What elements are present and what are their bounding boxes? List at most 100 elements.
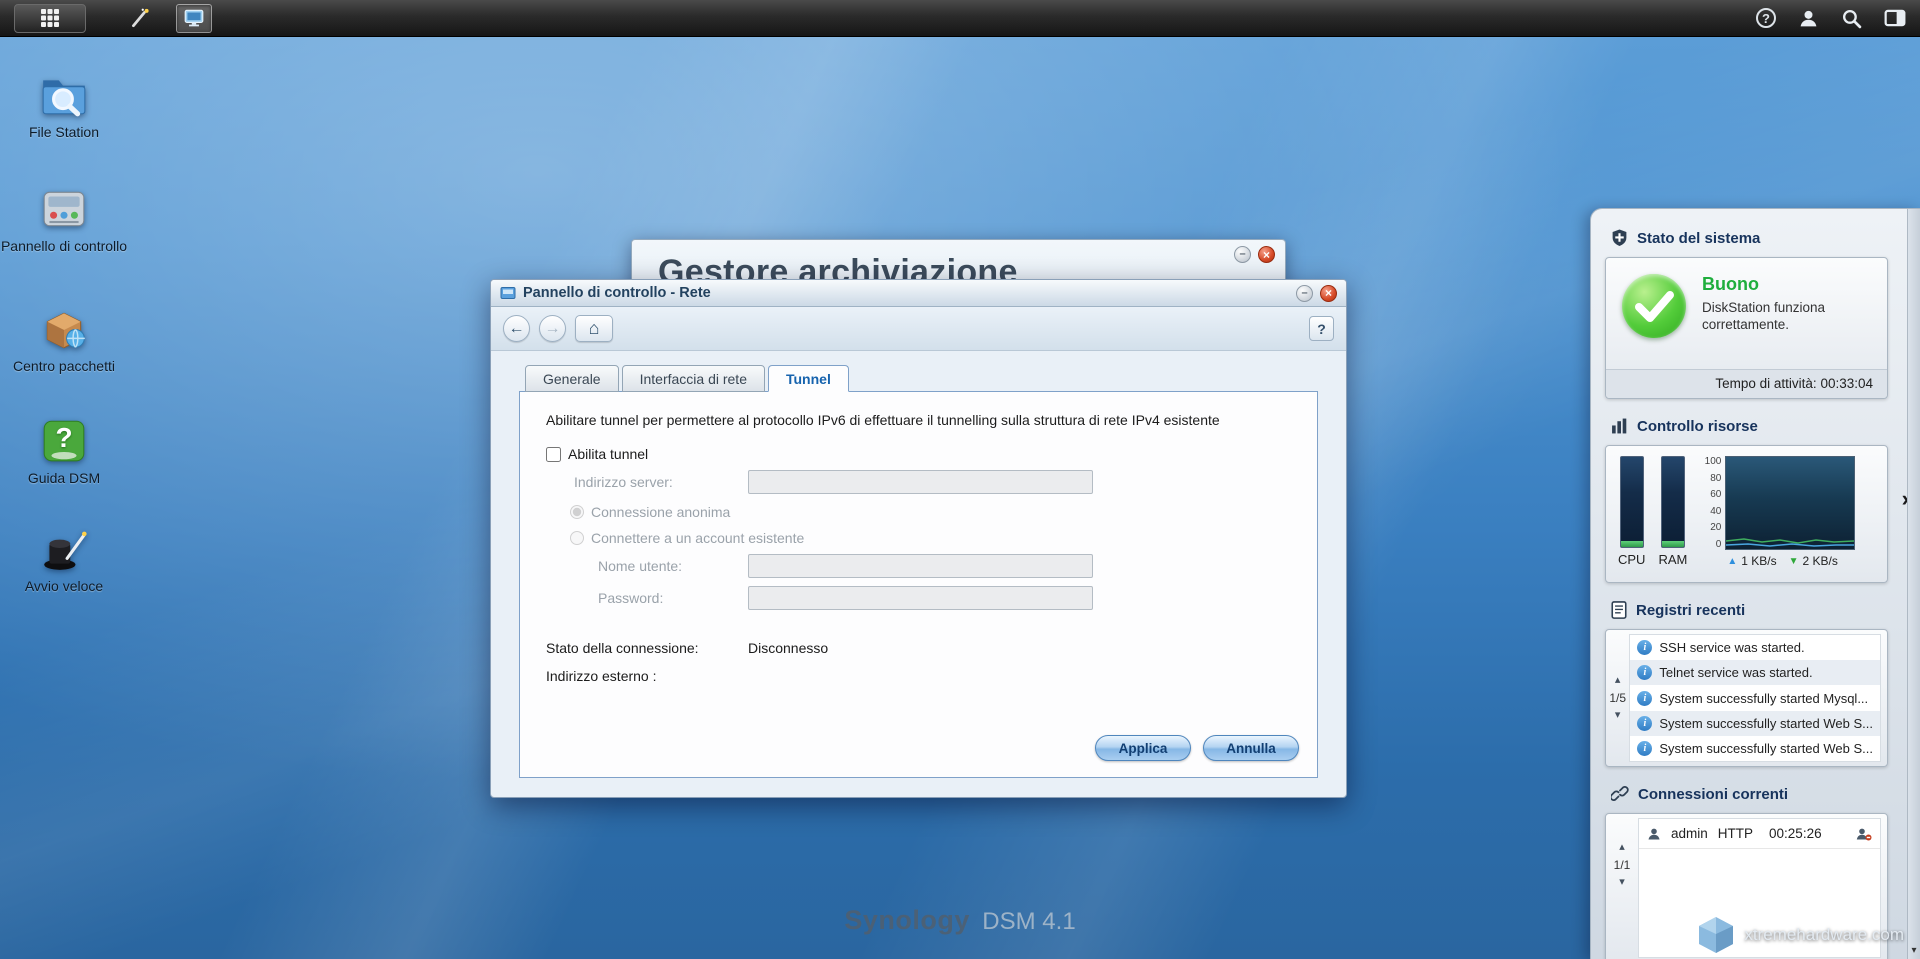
logs-page-indicator: 1/5 [1609, 691, 1626, 705]
scroll-down-button[interactable]: ▾ [1908, 945, 1920, 956]
control-panel-window: Pannello di controllo - Rete – × ← → ⌂ ?… [490, 279, 1347, 798]
forward-icon: → [545, 320, 561, 338]
connections-pagination: ▴ 1/1 ▾ [1606, 816, 1638, 959]
enable-tunnel-checkbox[interactable] [546, 447, 561, 462]
connections-prev-page-button[interactable]: ▴ [1619, 842, 1625, 853]
cpu-label: CPU [1618, 552, 1645, 567]
logs-next-page-button[interactable]: ▾ [1615, 710, 1621, 721]
status-ok-icon [1622, 274, 1686, 338]
quick-start-icon [39, 524, 89, 574]
synology-logo: Synology [844, 905, 970, 935]
info-icon: i [1637, 640, 1652, 655]
close-button[interactable]: × [1320, 285, 1337, 302]
window-toolbar: ← → ⌂ ? [491, 307, 1346, 351]
widgets-scrollbar[interactable]: ▾ [1907, 209, 1920, 959]
desktop-icon-label: Guida DSM [0, 470, 128, 486]
minimize-button[interactable]: – [1234, 246, 1251, 263]
package-center-icon [39, 304, 89, 354]
tab-interfaccia-di-rete[interactable]: Interfaccia di rete [622, 365, 765, 392]
connection-user: admin [1671, 826, 1708, 841]
desktop-icon-label: Pannello di controllo [0, 238, 128, 254]
window-icon [500, 286, 516, 301]
home-icon: ⌂ [589, 318, 600, 339]
link-icon [1611, 786, 1629, 802]
window-title: Pannello di controllo - Rete [523, 285, 1289, 301]
connections-next-page-button[interactable]: ▾ [1619, 877, 1625, 888]
connection-status-label: Stato della connessione: [546, 640, 748, 656]
logs-pagination: ▴ 1/5 ▾ [1606, 632, 1629, 764]
log-document-icon [1611, 601, 1627, 619]
existing-account-radio [570, 531, 584, 545]
server-address-input [748, 470, 1093, 494]
xtremehardware-watermark: xtremehardware.com [1693, 915, 1904, 955]
desktop-icon-label: Avvio veloce [0, 578, 128, 594]
close-button[interactable]: × [1258, 246, 1275, 263]
usage-meters: CPU RAM [1618, 456, 1687, 578]
uptime-label: Tempo di attività: 00:33:04 [1606, 369, 1887, 398]
kick-user-icon[interactable] [1856, 827, 1872, 841]
external-address-label: Indirizzo esterno : [546, 668, 1291, 684]
log-row: i System successfully started Mysql... [1630, 685, 1880, 710]
dsm-watermark: Synology DSM 4.1 [844, 905, 1075, 936]
download-speed: 2 KB/s [1803, 554, 1838, 568]
dsm-version: DSM 4.1 [982, 908, 1075, 935]
desktop-icon-label: Centro pacchetti [0, 358, 128, 374]
desktop-icon-file-station[interactable]: File Station [0, 70, 128, 140]
password-label: Password: [598, 590, 748, 606]
desktop-icon-dsm-help[interactable]: ? Guida DSM [0, 416, 128, 486]
existing-account-label: Connettere a un account esistente [591, 530, 804, 546]
cube-logo-icon [1693, 915, 1739, 955]
minimize-glyph: – [1301, 288, 1307, 299]
taskbar: ? [0, 0, 1920, 37]
desktop-icon-quick-start[interactable]: Avvio veloce [0, 524, 128, 594]
current-connections-header: Connessioni correnti [1611, 781, 1910, 807]
info-icon: i [1637, 716, 1652, 731]
tab-generale[interactable]: Generale [525, 365, 619, 392]
tunnel-description: Abilitare tunnel per permettere al proto… [546, 412, 1291, 428]
minimize-glyph: – [1239, 249, 1245, 260]
network-traffic: ▲ 1 KB/s ▼ 2 KB/s [1725, 554, 1855, 568]
info-icon: i [1637, 691, 1652, 706]
desktop-icon-control-panel[interactable]: Pannello di controllo [0, 184, 128, 254]
back-button[interactable]: ← [503, 315, 530, 342]
system-status-card: Buono DiskStation funziona correttamente… [1605, 257, 1888, 399]
widgets-panel: Stato del sistema Buono DiskStation funz… [1590, 208, 1920, 959]
cancel-button[interactable]: Annulla [1203, 735, 1299, 761]
anonymous-connection-radio [570, 505, 584, 519]
tab-tunnel[interactable]: Tunnel [768, 365, 849, 392]
window-title-bar[interactable]: Pannello di controllo - Rete – × [491, 280, 1346, 307]
username-label: Nome utente: [598, 558, 748, 574]
home-button[interactable]: ⌂ [575, 315, 613, 342]
password-input [748, 586, 1093, 610]
main-menu-button[interactable] [14, 4, 86, 33]
window-help-button[interactable]: ? [1309, 316, 1334, 341]
log-list: i SSH service was started. i Telnet serv… [1629, 634, 1881, 762]
connection-row: admin HTTP 00:25:26 [1639, 819, 1880, 849]
help-icon[interactable]: ? [1756, 8, 1776, 28]
help-glyph: ? [1317, 321, 1326, 337]
recent-logs-header: Registri recenti [1611, 597, 1910, 623]
pilot-view-icon[interactable] [1884, 8, 1906, 28]
forward-button[interactable]: → [539, 315, 566, 342]
close-icon: × [1263, 249, 1270, 261]
taskbar-app-control-panel[interactable] [176, 4, 212, 33]
ram-meter [1661, 456, 1685, 548]
user-icon[interactable] [1798, 8, 1819, 29]
taskbar-app-quick-start[interactable] [122, 4, 158, 33]
desktop-icon-package-center[interactable]: Centro pacchetti [0, 304, 128, 374]
connection-protocol: HTTP [1718, 826, 1753, 841]
search-icon[interactable] [1841, 8, 1862, 29]
info-icon: i [1637, 741, 1652, 756]
system-status-header: Stato del sistema [1611, 225, 1910, 251]
minimize-button[interactable]: – [1296, 285, 1313, 302]
network-graph [1725, 456, 1855, 550]
apply-button[interactable]: Applica [1095, 735, 1191, 761]
upload-arrow-icon: ▲ [1727, 556, 1737, 567]
anonymous-connection-label: Connessione anonima [591, 504, 730, 520]
download-arrow-icon: ▼ [1789, 556, 1799, 567]
question-glyph: ? [39, 422, 89, 454]
info-icon: i [1637, 665, 1652, 680]
logs-prev-page-button[interactable]: ▴ [1615, 675, 1621, 686]
cpu-meter [1620, 456, 1644, 548]
username-input [748, 554, 1093, 578]
